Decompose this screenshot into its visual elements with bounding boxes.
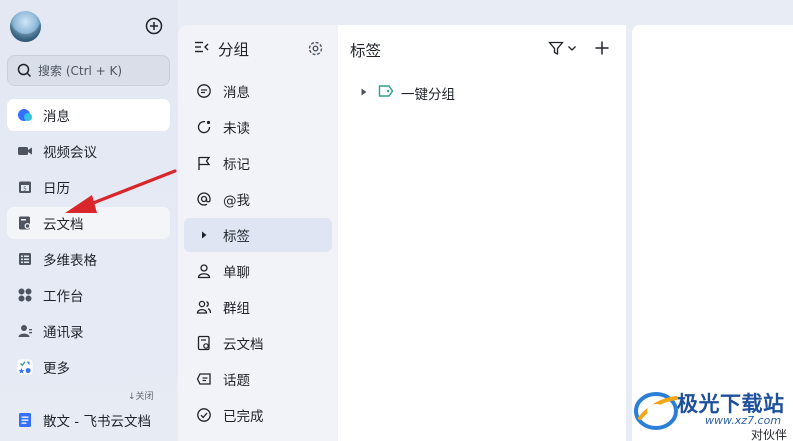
- nav-item-video-meeting[interactable]: 视频会议: [7, 135, 170, 167]
- group-item-unread[interactable]: 未读: [184, 110, 332, 144]
- group-item-topics[interactable]: 话题: [184, 362, 332, 396]
- groups-header: 分组: [194, 38, 324, 60]
- gear-icon[interactable]: [307, 40, 324, 61]
- filter-button[interactable]: [548, 40, 578, 56]
- group-item-label: 未读: [223, 121, 250, 137]
- avatar[interactable]: [10, 11, 41, 42]
- caret-right-icon[interactable]: [360, 85, 368, 101]
- group-item-label: 已完成: [223, 409, 264, 425]
- caret-right-icon: [195, 226, 213, 244]
- calendar-icon: 5: [17, 179, 33, 195]
- nav-item-label: 工作台: [43, 289, 84, 305]
- arrow-down-icon: ↓: [128, 392, 136, 402]
- search-placeholder: 搜索 (Ctrl + K): [38, 64, 123, 78]
- group-item-label: @我: [223, 193, 250, 209]
- topic-icon: [195, 370, 213, 388]
- nav-item-calendar[interactable]: 5 日历: [7, 171, 170, 203]
- nav-item-label: 通讯录: [43, 325, 84, 341]
- watermark-logo: [634, 392, 678, 430]
- watermark-extra: 对伙伴: [751, 426, 788, 441]
- unread-icon: [195, 118, 213, 136]
- person-icon: [195, 262, 213, 280]
- pinned-doc-item[interactable]: 散文 - 飞书云文档: [7, 404, 170, 436]
- groups-title: 分组: [218, 41, 250, 59]
- message-bubble-icon: [17, 107, 33, 123]
- group-item-done[interactable]: 已完成: [184, 398, 332, 432]
- collapse-toggle[interactable]: ↓关闭: [128, 389, 154, 402]
- site-watermark: 极光下载站 www.xz7.com 对伙伴: [630, 384, 793, 441]
- svg-text:5: 5: [23, 186, 27, 192]
- doc-page-icon: [17, 412, 33, 428]
- group-item-label: 标记: [223, 157, 250, 173]
- plus-circle-icon: [145, 17, 163, 35]
- group-item-docs[interactable]: 云文档: [184, 326, 332, 360]
- nav-item-contacts[interactable]: 通讯录: [7, 315, 170, 347]
- group-item-mentions[interactable]: @我: [184, 182, 332, 216]
- more-apps-icon: [17, 359, 33, 375]
- workspace-grid-icon: [17, 287, 33, 303]
- collapse-label: 关闭: [135, 392, 154, 402]
- left-navigation: 搜索 (Ctrl + K) 消息 视频会议 5 日历 云文档 多维表格 工作台 …: [0, 0, 178, 441]
- nav-item-label: 多维表格: [43, 253, 97, 269]
- check-circle-icon: [195, 406, 213, 424]
- tags-panel: 标签 一键分组: [338, 25, 626, 441]
- search-input[interactable]: 搜索 (Ctrl + K): [7, 55, 170, 86]
- table-icon: [17, 251, 33, 267]
- group-item-direct-chat[interactable]: 单聊: [184, 254, 332, 288]
- group-item-tags[interactable]: 标签: [184, 218, 332, 252]
- chevron-down-icon: [568, 46, 576, 51]
- group-item-label: 话题: [223, 373, 250, 389]
- group-item-label: 标签: [223, 229, 250, 245]
- chat-icon: [195, 82, 213, 100]
- tag-label: 一键分组: [401, 87, 455, 103]
- group-icon: [195, 298, 213, 316]
- nav-item-label: 视频会议: [43, 145, 97, 161]
- group-item-label: 消息: [223, 85, 250, 101]
- video-camera-icon: [17, 143, 33, 159]
- nav-item-label: 日历: [43, 181, 70, 197]
- doc-icon: [195, 334, 213, 352]
- group-item-flagged[interactable]: 标记: [184, 146, 332, 180]
- nav-item-bitable[interactable]: 多维表格: [7, 243, 170, 275]
- tag-item[interactable]: 一键分组: [360, 83, 455, 103]
- filter-icon: [548, 41, 564, 56]
- group-item-label: 群组: [223, 301, 250, 317]
- pinned-doc-label: 散文 - 飞书云文档: [43, 414, 151, 430]
- group-item-messages[interactable]: 消息: [184, 74, 332, 108]
- search-icon: [17, 63, 32, 78]
- cloud-doc-icon: [17, 215, 33, 231]
- nav-item-label: 消息: [43, 109, 70, 125]
- add-button[interactable]: [143, 15, 165, 37]
- group-item-label: 云文档: [223, 337, 264, 353]
- group-item-label: 单聊: [223, 265, 250, 281]
- tag-icon: [378, 84, 394, 102]
- group-item-groups[interactable]: 群组: [184, 290, 332, 324]
- nav-item-cloud-docs[interactable]: 云文档: [7, 207, 170, 239]
- nav-item-more[interactable]: 更多: [7, 351, 170, 383]
- nav-item-label: 更多: [43, 361, 70, 377]
- plus-icon: [595, 41, 609, 55]
- nav-item-label: 云文档: [43, 217, 84, 233]
- contacts-icon: [17, 323, 33, 339]
- at-icon: [195, 190, 213, 208]
- add-tag-button[interactable]: [594, 40, 610, 60]
- nav-item-messages[interactable]: 消息: [7, 99, 170, 131]
- groups-panel: 分组 消息 未读 标记 @我 标签 单聊 群组 云文档 话题 已完成: [178, 25, 338, 441]
- flag-icon: [195, 154, 213, 172]
- tags-title: 标签: [350, 42, 382, 60]
- collapse-sidebar-icon[interactable]: [194, 39, 210, 59]
- nav-item-workplace[interactable]: 工作台: [7, 279, 170, 311]
- detail-pane: [632, 25, 793, 441]
